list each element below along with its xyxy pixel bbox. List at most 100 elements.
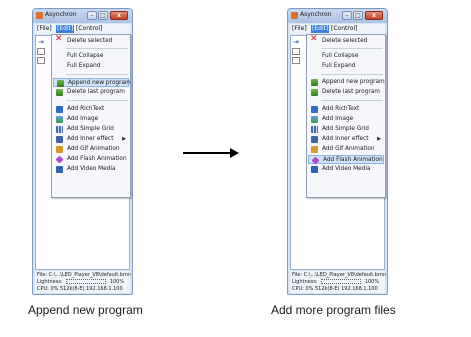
menu-item-label: Add Gif Animation	[322, 146, 375, 152]
menu-item-add-flash-animation[interactable]: Add Flash Animation	[308, 155, 384, 165]
program-icon	[311, 79, 318, 86]
ip-value: 192.168.1.100	[341, 286, 378, 292]
app-window-left: Asynchron – □ x [File] [Edit] [Control] …	[32, 8, 133, 295]
menu-item-full-collapse[interactable]: Full Collapse	[53, 52, 129, 61]
menu-item-add-inner-effect[interactable]: Add Inner effect ▶	[53, 135, 129, 144]
menu-item-add-video-media[interactable]: Add Video Media	[53, 165, 129, 174]
status-lightness-line: Lightness: 100%	[292, 279, 379, 285]
close-button[interactable]: x	[365, 11, 383, 20]
submenu-arrow-icon: ▶	[122, 136, 126, 142]
flow-arrow-head-icon	[230, 148, 239, 158]
delete-program-icon	[311, 89, 318, 96]
menu-item-label: Full Expand	[322, 63, 356, 69]
status-file-line: File: C:\...\LED_Player_V8\default.bmn	[292, 272, 386, 278]
lightness-slider[interactable]	[321, 279, 362, 284]
menu-item-delete-last-program[interactable]: Delete last program	[308, 88, 384, 97]
delete-x-icon: ✕	[55, 34, 63, 44]
menu-bar: [File] [Edit] [Control]	[290, 24, 385, 34]
caption-right: Add more program files	[271, 303, 396, 317]
menu-separator	[66, 48, 128, 49]
image-icon	[56, 116, 63, 123]
memory-value: 512k(8-E)	[314, 286, 340, 292]
maximize-button[interactable]: □	[98, 11, 108, 20]
move-arrow-icon[interactable]: ⇥	[293, 38, 299, 46]
minimize-button[interactable]: –	[342, 11, 352, 20]
lightness-label: Lightness:	[292, 279, 318, 285]
menu-item-add-richtext[interactable]: Add RichText	[53, 105, 129, 114]
menu-item-label: Delete selected	[322, 38, 368, 44]
menu-control[interactable]: [Control]	[330, 25, 358, 33]
effect-icon	[56, 136, 63, 143]
menu-item-add-image[interactable]: Add Image	[53, 115, 129, 124]
richtext-icon	[56, 106, 63, 113]
menu-item-delete-selected[interactable]: ✕ Delete selected	[308, 35, 384, 46]
status-bar: File: C:\...\LED_Player_V8\default.bmn L…	[290, 271, 386, 293]
menu-item-label: Full Collapse	[67, 53, 104, 59]
menu-item-add-gif-animation[interactable]: Add Gif Animation	[53, 145, 129, 154]
flow-arrow-line	[183, 152, 233, 154]
title-bar[interactable]: Asynchron – □ x	[33, 9, 132, 23]
menu-item-label: Delete last program	[322, 89, 380, 95]
status-file-label: File:	[292, 272, 303, 278]
menu-control[interactable]: [Control]	[75, 25, 103, 33]
tree-expander-icon[interactable]	[292, 57, 300, 64]
menu-item-label: Add Inner effect	[322, 136, 369, 142]
cpu-value: 0%	[305, 286, 314, 292]
cpu-label: CPU:	[292, 286, 304, 292]
edit-dropdown-menu: ✕ Delete selected Full Collapse Full Exp…	[306, 34, 386, 198]
menu-item-label: Add RichText	[67, 106, 105, 112]
lightness-slider[interactable]	[66, 279, 107, 284]
menu-separator	[321, 48, 383, 49]
edit-dropdown-menu: ✕ Delete selected Full Collapse Full Exp…	[51, 34, 131, 198]
gif-icon	[56, 146, 63, 153]
menu-item-add-flash-animation[interactable]: Add Flash Animation	[53, 155, 129, 164]
menu-edit[interactable]: [Edit]	[311, 25, 330, 33]
menu-item-append-new-program[interactable]: Append new program	[53, 78, 131, 87]
flash-icon	[55, 155, 64, 164]
menu-item-delete-last-program[interactable]: Delete last program	[53, 88, 129, 97]
menu-item-label: Add Flash Animation	[323, 157, 383, 163]
close-button[interactable]: x	[110, 11, 128, 20]
menu-item-delete-selected[interactable]: ✕ Delete selected	[53, 34, 129, 46]
menu-separator	[321, 100, 383, 101]
status-file-line: File: C:\...\LED_Player_V8\default.bmn	[37, 272, 131, 278]
delete-program-icon	[56, 89, 63, 96]
tree-expander-icon[interactable]	[292, 48, 300, 55]
menu-item-add-image[interactable]: Add Image	[308, 115, 384, 124]
grid-icon	[311, 126, 318, 133]
tree-expander-icon[interactable]	[37, 48, 45, 55]
menu-item-add-simple-grid[interactable]: Add Simple Grid	[308, 125, 384, 134]
lightness-value: 100%	[364, 279, 380, 285]
submenu-arrow-icon: ▶	[377, 136, 381, 142]
menu-item-label: Delete last program	[67, 89, 125, 95]
menu-item-label: Add Gif Animation	[67, 146, 120, 152]
menu-item-add-gif-animation[interactable]: Add Gif Animation	[308, 145, 384, 154]
status-lightness-line: Lightness: 100%	[37, 279, 124, 285]
effect-icon	[311, 136, 318, 143]
tree-expander-icon[interactable]	[37, 57, 45, 64]
lightness-value: 100%	[109, 279, 125, 285]
video-icon	[56, 166, 63, 173]
menu-file[interactable]: [File]	[291, 25, 308, 33]
menu-item-append-new-program[interactable]: Append new program	[308, 78, 385, 87]
menu-item-add-richtext[interactable]: Add RichText	[308, 105, 384, 114]
maximize-button[interactable]: □	[353, 11, 363, 20]
menu-item-full-collapse[interactable]: Full Collapse	[308, 52, 384, 61]
menu-item-label: Full Collapse	[322, 53, 359, 59]
menu-item-label: Add Simple Grid	[322, 126, 369, 132]
move-arrow-icon[interactable]: ⇥	[38, 38, 44, 46]
title-bar[interactable]: Asynchron – □ x	[288, 9, 387, 23]
menu-item-label: Add Image	[322, 116, 354, 122]
cpu-label: CPU:	[37, 286, 49, 292]
menu-item-add-video-media[interactable]: Add Video Media	[308, 165, 384, 174]
menu-edit[interactable]: [Edit]	[56, 25, 75, 33]
menu-item-full-expand[interactable]: Full Expand	[308, 62, 384, 71]
menu-item-add-inner-effect[interactable]: Add Inner effect ▶	[308, 135, 384, 144]
caption-left: Append new program	[28, 303, 143, 317]
grid-icon	[56, 126, 63, 133]
window-title: Asynchron	[300, 11, 332, 18]
menu-item-full-expand[interactable]: Full Expand	[53, 62, 129, 71]
menu-file[interactable]: [File]	[36, 25, 53, 33]
menu-item-add-simple-grid[interactable]: Add Simple Grid	[53, 125, 129, 134]
minimize-button[interactable]: –	[87, 11, 97, 20]
